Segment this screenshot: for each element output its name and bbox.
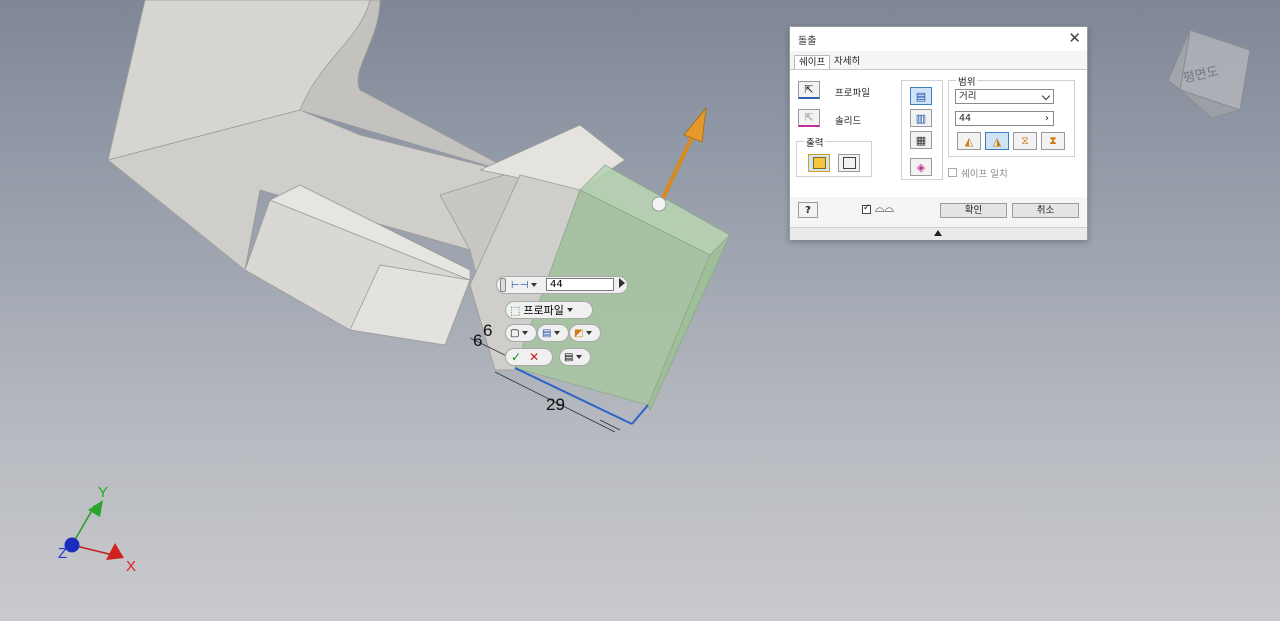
output-solid-button[interactable] xyxy=(808,154,830,172)
intersect-button[interactable]: ▦ xyxy=(910,131,932,149)
cut-icon: ▥ xyxy=(915,111,927,125)
match-shape-checkbox[interactable] xyxy=(948,168,957,177)
direction-asymmetric-icon: ⧗ xyxy=(1049,134,1057,147)
profile-button[interactable]: ⬚ 프로파일 xyxy=(505,301,593,319)
direction-button[interactable]: ◩ xyxy=(569,324,601,342)
distance-input[interactable] xyxy=(546,278,614,291)
z-axis-label: Z xyxy=(58,545,67,562)
grip-icon[interactable] xyxy=(500,278,506,292)
ok-button[interactable]: 확인 xyxy=(940,203,1007,218)
caret-up-icon xyxy=(934,230,942,236)
dimension-label[interactable]: 6 xyxy=(473,331,482,350)
direction-asymmetric-button[interactable]: ⧗ xyxy=(1041,132,1065,150)
direction-icon: ◩ xyxy=(574,327,584,339)
chevron-right-icon[interactable]: › xyxy=(1045,112,1049,125)
dialog-collapse-bar[interactable] xyxy=(790,227,1087,240)
tab-shape[interactable]: 쉐이프 xyxy=(794,55,831,70)
cancel-button[interactable]: 취소 xyxy=(1012,203,1079,218)
dialog-title: 돌출 xyxy=(798,36,817,47)
x-axis-label: X xyxy=(126,558,136,575)
y-axis-label: Y xyxy=(98,484,108,501)
model-viewport[interactable]: 6 6 29 평면도 Y X Z xyxy=(0,0,1280,621)
chevron-down-icon xyxy=(576,355,583,359)
cursor-arrow-icon: ⇱ xyxy=(804,83,814,96)
chevron-down-icon xyxy=(586,331,593,335)
profile-icon: ⬚ xyxy=(510,303,521,317)
surface-cube-icon xyxy=(842,157,856,169)
dimension-label[interactable]: 6 xyxy=(483,321,492,340)
chevron-down-icon xyxy=(566,308,573,312)
preview-checkbox[interactable]: ✓ xyxy=(862,203,871,214)
extents-type-value: 거리 xyxy=(959,91,977,102)
cancel-icon[interactable]: ✕ xyxy=(529,350,539,364)
chevron-down-icon xyxy=(1041,91,1051,101)
distance-value: 44 xyxy=(959,113,972,124)
output-solid-button[interactable]: ▢ xyxy=(505,324,537,342)
dimension-label[interactable]: 29 xyxy=(546,395,565,414)
coordinate-triad: Y X Z xyxy=(58,484,136,575)
chevron-down-icon xyxy=(554,331,561,335)
options-icon: ▤ xyxy=(564,351,574,363)
solid-cube-icon xyxy=(812,157,826,169)
step-right-icon[interactable] xyxy=(619,278,625,288)
cut-button[interactable]: ▥ xyxy=(910,109,932,127)
join-button[interactable]: ▤ xyxy=(537,324,569,342)
extents-type-select[interactable]: 거리 xyxy=(955,89,1054,104)
dialog-titlebar[interactable]: 돌출 ✕ xyxy=(790,27,1087,51)
extents-label: 범위 xyxy=(956,74,978,88)
profile-label: 프로파일 xyxy=(835,88,870,99)
profile-label: 프로파일 xyxy=(523,304,564,317)
cursor-arrow-icon: ⇱ xyxy=(804,111,814,124)
confirm-group: ✓ ✕ xyxy=(505,348,553,366)
close-icon[interactable]: ✕ xyxy=(1068,29,1081,47)
intersect-icon: ▦ xyxy=(915,133,927,147)
match-shape-label: 쉐이프 일치 xyxy=(961,169,1008,180)
extrude-dialog: 돌출 ✕ 쉐이프 자세히 ⇱ 프로파일 ⇱ 솔리드 출력 ▤ ▥ ▦ ◈ 범위 … xyxy=(789,26,1088,240)
tab-more[interactable]: 자세히 xyxy=(830,55,864,69)
direction-1-icon: ◭ xyxy=(964,134,974,148)
direction-symmetric-icon: ⧖ xyxy=(1021,134,1029,147)
output-surface-button[interactable] xyxy=(838,154,860,172)
distance-mode-icon[interactable]: ⊢⊣ xyxy=(511,280,528,291)
options-button[interactable]: ▤ xyxy=(559,348,591,366)
new-solid-icon: ◈ xyxy=(916,160,926,174)
help-button[interactable]: ? xyxy=(798,202,818,218)
solid-label: 솔리드 xyxy=(835,116,862,127)
profile-select-button[interactable]: ⇱ xyxy=(798,81,820,99)
join-button[interactable]: ▤ xyxy=(910,87,932,105)
join-icon: ▤ xyxy=(542,327,552,339)
check-icon: ✓ xyxy=(863,203,871,213)
chevron-down-icon xyxy=(522,331,529,335)
solid-icon: ▢ xyxy=(510,327,520,339)
preview-glasses-icon: ⌓⌓ xyxy=(875,201,894,215)
direction-flipped-button[interactable]: ◮ xyxy=(985,132,1009,150)
join-icon: ▤ xyxy=(915,89,927,103)
solid-select-button[interactable]: ⇱ xyxy=(798,109,820,127)
chevron-down-icon[interactable] xyxy=(531,283,538,287)
output-label: 출력 xyxy=(804,135,826,149)
distance-field[interactable]: 44 › xyxy=(955,111,1054,126)
new-solid-button[interactable]: ◈ xyxy=(910,158,932,176)
help-icon: ? xyxy=(805,204,811,216)
direction-symmetric-button[interactable]: ⧖ xyxy=(1013,132,1037,150)
view-cube[interactable]: 평면도 xyxy=(1167,29,1251,119)
direction-default-button[interactable]: ◭ xyxy=(957,132,981,150)
direction-2-icon: ◮ xyxy=(992,134,1002,148)
ok-icon[interactable]: ✓ xyxy=(511,350,521,364)
